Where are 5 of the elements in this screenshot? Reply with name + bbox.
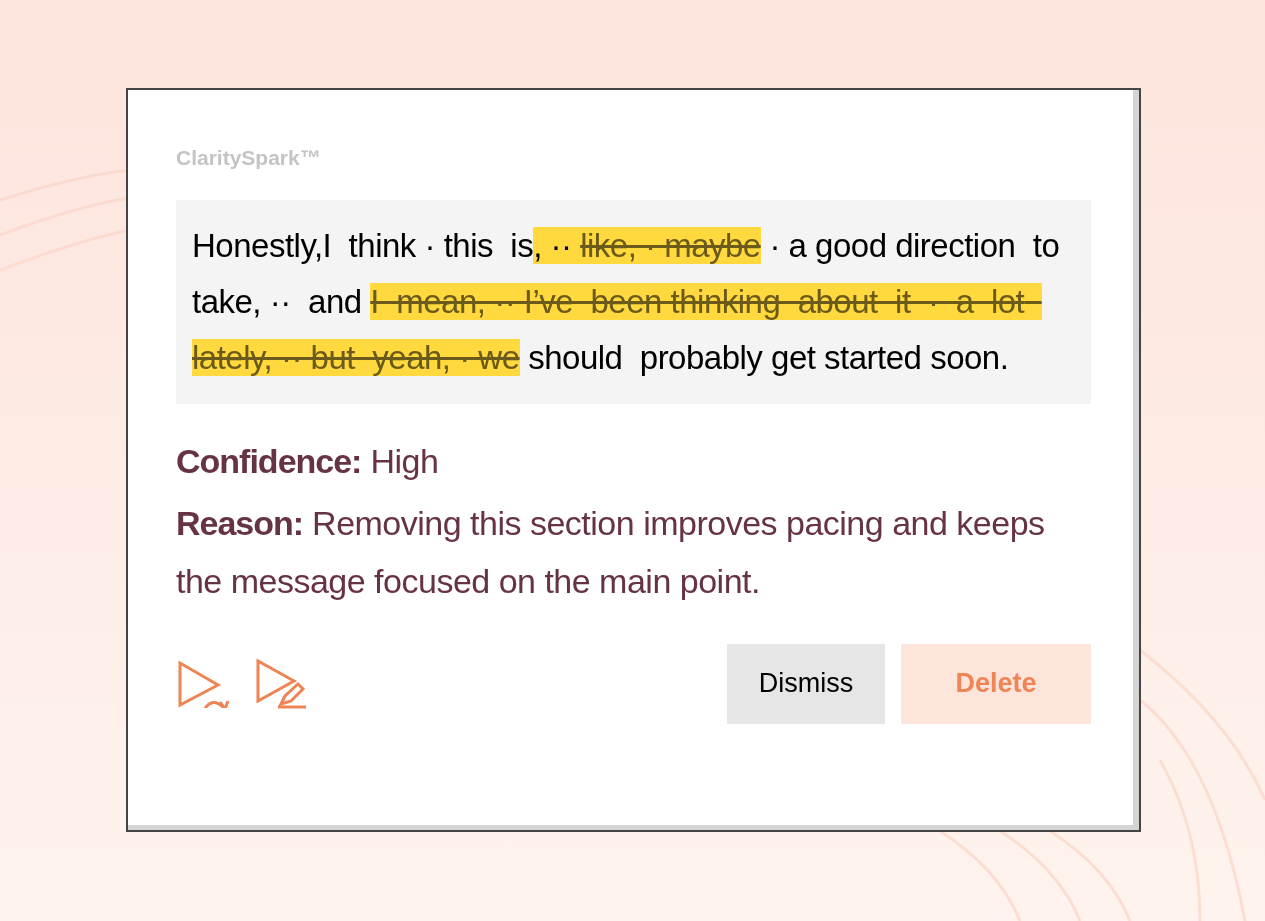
detail-text: Confidence: High: [176, 440, 440, 482]
brand-name: ClaritySpark™: [176, 145, 322, 171]
detail-text: Reason: Removing this section improves pacing and keeps the message focused on the main point.: [176, 502, 1046, 602]
transcript-text: Honestly,I think · this is, ·· like, · maybe · a good direction to take, ·· and I mean, ·· I’ve been thinking about it · a lot lately, ·· but yeah, · we should probably get started soon.: [176, 199, 1091, 404]
dismiss-button[interactable]: Dismiss: [727, 643, 885, 724]
